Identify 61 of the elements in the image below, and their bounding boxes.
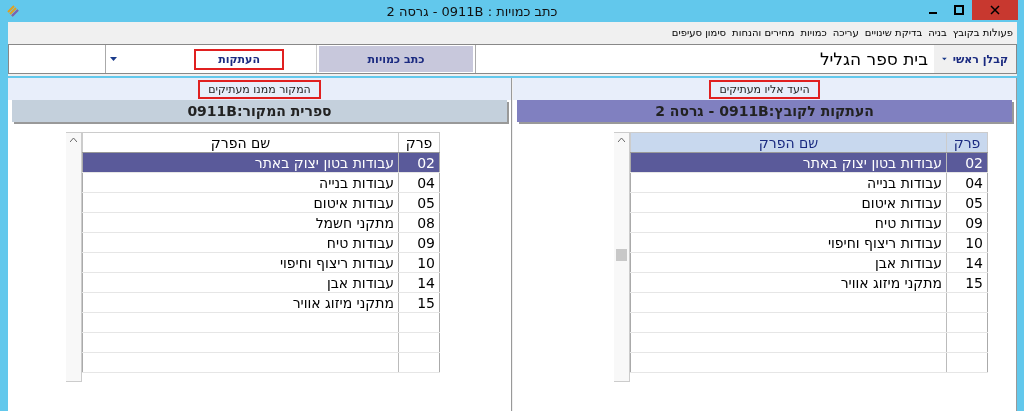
chapter-name: עבודות איטום bbox=[630, 192, 947, 213]
chapter-number: 02 bbox=[946, 152, 988, 173]
dropdown-caret-icon bbox=[942, 57, 947, 61]
chapter-name: עבודות טיח bbox=[630, 212, 947, 233]
scrollbar[interactable] bbox=[66, 132, 82, 382]
chapter-number: 02 bbox=[398, 152, 440, 173]
chapter-number: 10 bbox=[946, 232, 988, 253]
chapter-number: 09 bbox=[946, 212, 988, 233]
chapter-name: עבודות ריצוף וחיפוי bbox=[630, 232, 947, 253]
chapter-number: 08 bbox=[398, 212, 440, 233]
column-header[interactable]: שם הפרק bbox=[82, 132, 399, 153]
chapter-name: עבודות טיח bbox=[82, 232, 399, 253]
chapter-name: מתקני מיזוג אוויר bbox=[630, 272, 947, 293]
chapter-name: מתקני מיזוג אוויר bbox=[82, 292, 399, 313]
chapter-number: 05 bbox=[398, 192, 440, 213]
close-icon bbox=[990, 5, 1000, 15]
maximize-icon bbox=[954, 5, 964, 15]
chapter-number: 14 bbox=[398, 272, 440, 293]
chapter-number: 14 bbox=[946, 252, 988, 273]
panel-caption: היעד אליו מעתיקים bbox=[709, 79, 820, 99]
chapter-name: עבודות אבן bbox=[630, 252, 947, 273]
project-field[interactable]: בית ספר הגליל bbox=[475, 45, 934, 73]
window-title: כתב כמויות : 0911B - גרסה 2 bbox=[385, 3, 559, 19]
bill-of-quantities-button[interactable]: כתב כמויות bbox=[319, 46, 473, 72]
chapter-name: עבודות איטום bbox=[82, 192, 399, 213]
chapter-name: עבודות ריצוף וחיפוי bbox=[82, 252, 399, 273]
scroll-up-icon bbox=[618, 138, 625, 142]
copies-dropdown[interactable]: העתקות bbox=[105, 45, 317, 73]
dropdown-caret-icon bbox=[110, 57, 117, 61]
chapter-number: 04 bbox=[398, 172, 440, 193]
chapter-number: 09 bbox=[398, 232, 440, 253]
chapter-number: 05 bbox=[946, 192, 988, 213]
chapter-name: עבודות בנייה bbox=[82, 172, 399, 193]
scrollbar[interactable] bbox=[614, 132, 630, 382]
column-header[interactable]: פרק bbox=[946, 132, 988, 153]
menu-item[interactable]: מחירים והנחות bbox=[732, 26, 795, 38]
menu-item[interactable]: סימון סעיפים bbox=[671, 26, 727, 38]
chapter-number: 15 bbox=[946, 272, 988, 293]
scroll-up-icon bbox=[70, 138, 77, 142]
scroll-thumb[interactable] bbox=[616, 249, 627, 261]
chapter-number: 15 bbox=[398, 292, 440, 313]
minimize-icon bbox=[929, 12, 937, 14]
contractor-dropdown[interactable]: קבלן ראשי bbox=[934, 45, 1016, 73]
chapter-name: עבודות בטון יצוק באתר bbox=[82, 152, 399, 173]
chapter-name: עבודות בטון יצוק באתר bbox=[630, 152, 947, 173]
menu-item[interactable]: עריכה bbox=[832, 26, 859, 38]
menu-item[interactable]: בניה bbox=[928, 26, 947, 38]
column-header[interactable]: שם הפרק bbox=[630, 132, 947, 153]
column-header[interactable]: פרק bbox=[398, 132, 440, 153]
chapter-name: עבודות בנייה bbox=[630, 172, 947, 193]
panel-caption: המקור ממנו מעתיקים bbox=[198, 79, 321, 99]
chapter-name: עבודות אבן bbox=[82, 272, 399, 293]
menu-item[interactable]: פעולות בקובץ bbox=[952, 26, 1013, 38]
menu-item[interactable]: בדיקת שינויים bbox=[864, 26, 923, 38]
panel-heading: ספרית המקור:0911B bbox=[12, 100, 507, 122]
panel-heading: העתקות לקובץ:0911B - גרסה 2 bbox=[517, 100, 1012, 122]
app-logo-icon bbox=[6, 4, 20, 18]
chapter-name: מתקני חשמל bbox=[82, 212, 399, 233]
menu-item[interactable]: כמויות bbox=[800, 26, 827, 38]
chapter-number: 10 bbox=[398, 252, 440, 273]
chapter-number: 04 bbox=[946, 172, 988, 193]
